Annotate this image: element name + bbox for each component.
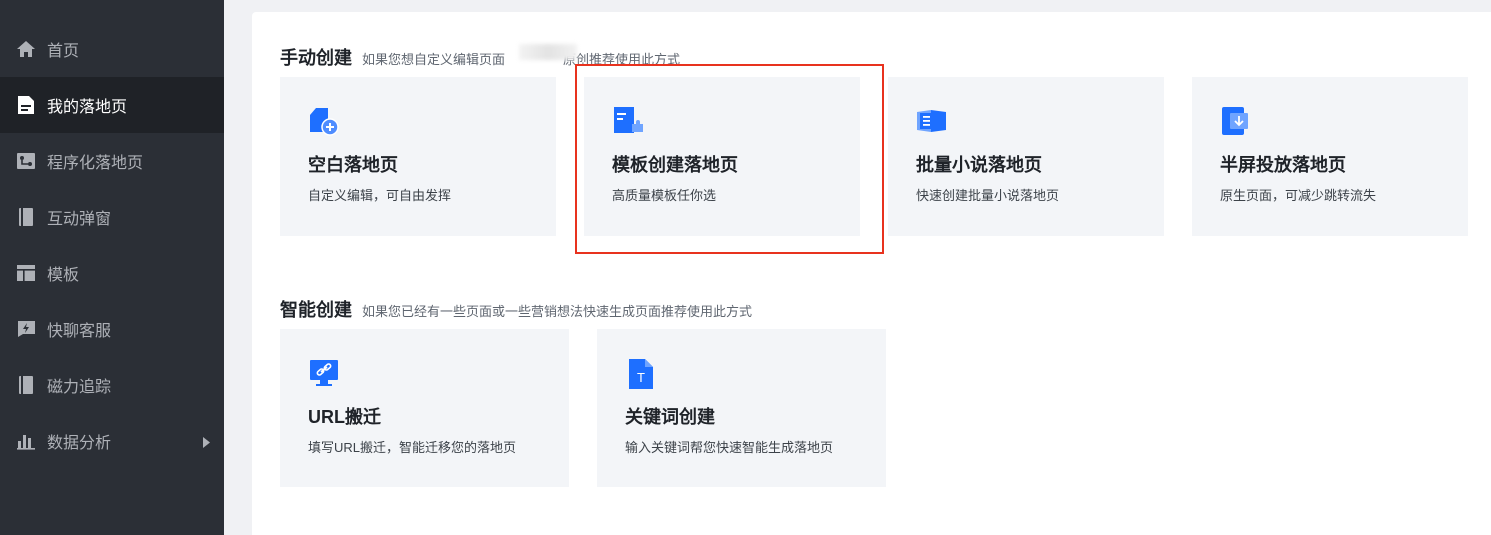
main-panel: 手动创建 如果您想自定义编辑页面 原创推荐使用此方式 空白落地页 自定义编辑，可自… xyxy=(252,12,1491,535)
book-icon xyxy=(16,207,36,227)
sidebar-item-label: 首页 xyxy=(47,43,80,60)
document-icon xyxy=(16,95,36,115)
sidebar-item-label: 快聊客服 xyxy=(47,323,112,340)
section-heading: 手动创建 xyxy=(280,48,352,68)
card-description: 自定义编辑，可自由发挥 xyxy=(308,188,452,203)
home-icon xyxy=(16,39,36,59)
sidebar-item-label: 数据分析 xyxy=(47,435,112,452)
sidebar-item-quick-chat[interactable]: 快聊客服 xyxy=(0,301,224,357)
caret-right-icon xyxy=(203,435,210,453)
sidebar-item-data-analysis[interactable]: 数据分析 xyxy=(0,413,224,469)
sidebar-item-label: 模板 xyxy=(47,267,80,284)
keyword-create-card[interactable]: T 关键词创建 输入关键词帮您快速智能生成落地页 xyxy=(597,329,886,487)
template-doc-icon xyxy=(612,105,646,139)
card-description: 高质量模板任你选 xyxy=(612,188,717,203)
card-description: 快速创建批量小说落地页 xyxy=(916,188,1060,203)
sidebar-item-magnetic-tracking[interactable]: 磁力追踪 xyxy=(0,357,224,413)
card-title: 空白落地页 xyxy=(308,155,398,175)
svg-text:T: T xyxy=(637,370,645,385)
card-description: 输入关键词帮您快速智能生成落地页 xyxy=(625,440,834,455)
sidebar-item-label: 互动弹窗 xyxy=(47,211,112,228)
sidebar-item-interactive-popup[interactable]: 互动弹窗 xyxy=(0,189,224,245)
manual-create-section-title: 手动创建 如果您想自定义编辑页面 原创推荐使用此方式 xyxy=(280,44,680,70)
card-title: 模板创建落地页 xyxy=(612,155,738,175)
sidebar-item-home[interactable]: 首页 xyxy=(0,21,224,77)
book-icon xyxy=(16,375,36,395)
sidebar-item-my-landing-pages[interactable]: 我的落地页 xyxy=(0,77,224,133)
sidebar-item-templates[interactable]: 模板 xyxy=(0,245,224,301)
sidebar-item-label: 程序化落地页 xyxy=(47,155,144,172)
section-heading: 智能创建 xyxy=(280,300,352,320)
half-screen-download-icon xyxy=(1220,105,1254,139)
description-prefix: 如果您想自定义编辑页面 xyxy=(362,52,506,67)
text-doc-icon: T xyxy=(625,357,659,391)
card-title: 批量小说落地页 xyxy=(916,155,1042,175)
card-title: 关键词创建 xyxy=(625,407,715,427)
open-book-icon xyxy=(916,105,950,139)
template-create-card[interactable]: 模板创建落地页 高质量模板任你选 xyxy=(584,77,860,236)
sidebar-item-programmatic[interactable]: 程序化落地页 xyxy=(0,133,224,189)
chat-bolt-icon xyxy=(16,319,36,339)
blank-page-add-icon xyxy=(308,105,342,139)
redacted-blur xyxy=(519,44,577,60)
sidebar-item-label: 我的落地页 xyxy=(47,99,128,116)
card-description: 原生页面，可减少跳转流失 xyxy=(1220,188,1377,203)
description-suffix: 原创推荐使用此方式 xyxy=(563,52,681,67)
batch-novel-card[interactable]: 批量小说落地页 快速创建批量小说落地页 xyxy=(888,77,1164,236)
sidebar: 首页 我的落地页 程序化落地页 互动弹窗 模板 快聊客服 磁力追踪 数据分析 xyxy=(0,0,224,535)
smart-create-section-title: 智能创建 如果您已经有一些页面或一些营销想法快速生成页面推荐使用此方式 xyxy=(280,296,752,322)
template-icon xyxy=(16,263,36,283)
card-title: URL搬迁 xyxy=(308,407,381,427)
bar-chart-icon xyxy=(16,431,36,451)
blank-page-card[interactable]: 空白落地页 自定义编辑，可自由发挥 xyxy=(280,77,556,236)
section-description: 如果您已经有一些页面或一些营销想法快速生成页面推荐使用此方式 xyxy=(362,304,753,319)
card-title: 半屏投放落地页 xyxy=(1220,155,1346,175)
card-description: 填写URL搬迁，智能迁移您的落地页 xyxy=(308,440,517,455)
half-screen-card[interactable]: 半屏投放落地页 原生页面，可减少跳转流失 xyxy=(1192,77,1468,236)
monitor-link-icon xyxy=(308,357,342,391)
sidebar-item-label: 磁力追踪 xyxy=(47,379,112,396)
flow-icon xyxy=(16,151,36,171)
url-migrate-card[interactable]: URL搬迁 填写URL搬迁，智能迁移您的落地页 xyxy=(280,329,569,487)
